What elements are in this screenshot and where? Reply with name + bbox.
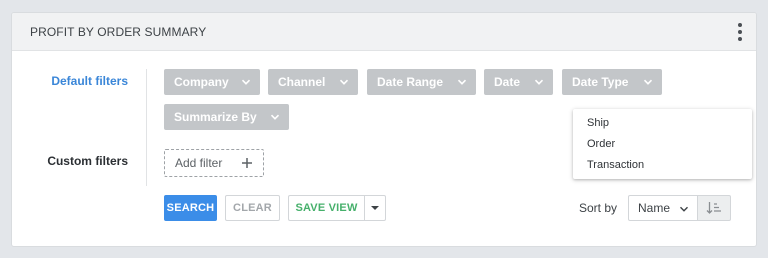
chevron-down-icon bbox=[241, 79, 251, 85]
save-view-button[interactable]: SAVE VIEW bbox=[288, 195, 364, 221]
dot bbox=[738, 30, 742, 34]
filter-chip-date[interactable]: Date bbox=[484, 69, 553, 95]
chevron-down-icon bbox=[534, 79, 544, 85]
sort-direction-button[interactable] bbox=[698, 195, 731, 221]
chip-label: Channel bbox=[278, 75, 326, 89]
chip-label: Date bbox=[494, 75, 521, 89]
kebab-menu-icon[interactable] bbox=[736, 23, 744, 41]
chip-label: Summarize By bbox=[174, 110, 257, 124]
chip-label: Date Type bbox=[572, 75, 629, 89]
sort-ascending-icon bbox=[706, 202, 721, 214]
chip-label: Company bbox=[174, 75, 229, 89]
sort-selected-value: Name bbox=[638, 201, 671, 215]
dot bbox=[738, 23, 742, 27]
filter-chip-date-range[interactable]: Date Range bbox=[367, 69, 476, 95]
clear-button[interactable]: CLEAR bbox=[225, 195, 280, 221]
save-view-dropdown-button[interactable] bbox=[364, 195, 386, 221]
custom-filters-label: Custom filters bbox=[47, 154, 128, 168]
chevron-down-icon bbox=[643, 79, 653, 85]
add-filter-label: Add filter bbox=[175, 156, 223, 170]
date-type-dropdown-menu: Ship Order Transaction bbox=[573, 109, 752, 179]
filter-chip-company[interactable]: Company bbox=[164, 69, 260, 95]
profit-summary-panel: PROFIT BY ORDER SUMMARY Default filters … bbox=[11, 12, 757, 247]
filter-chip-channel[interactable]: Channel bbox=[268, 69, 358, 95]
panel-title: PROFIT BY ORDER SUMMARY bbox=[30, 25, 207, 39]
chevron-down-icon bbox=[457, 79, 467, 85]
sort-by-label: Sort by bbox=[579, 201, 618, 215]
caret-down-icon bbox=[371, 206, 379, 210]
filter-chip-date-type[interactable]: Date Type bbox=[562, 69, 662, 95]
dot bbox=[738, 37, 742, 41]
sort-by-select[interactable]: Name bbox=[628, 195, 698, 221]
filters-divider bbox=[146, 69, 147, 186]
default-filters-label: Default filters bbox=[51, 74, 128, 88]
search-button[interactable]: SEARCH bbox=[164, 195, 217, 221]
plus-icon bbox=[242, 158, 252, 168]
chevron-down-icon bbox=[680, 206, 688, 212]
add-filter-button[interactable]: Add filter bbox=[164, 149, 264, 177]
dropdown-option-transaction[interactable]: Transaction bbox=[587, 159, 644, 171]
panel-header: PROFIT BY ORDER SUMMARY bbox=[12, 13, 756, 51]
filter-chip-summarize-by[interactable]: Summarize By bbox=[164, 104, 289, 130]
chevron-down-icon bbox=[339, 79, 349, 85]
dropdown-option-order[interactable]: Order bbox=[587, 138, 615, 150]
chip-label: Date Range bbox=[377, 75, 444, 89]
chevron-down-icon bbox=[270, 114, 280, 120]
dropdown-option-ship[interactable]: Ship bbox=[587, 117, 609, 129]
